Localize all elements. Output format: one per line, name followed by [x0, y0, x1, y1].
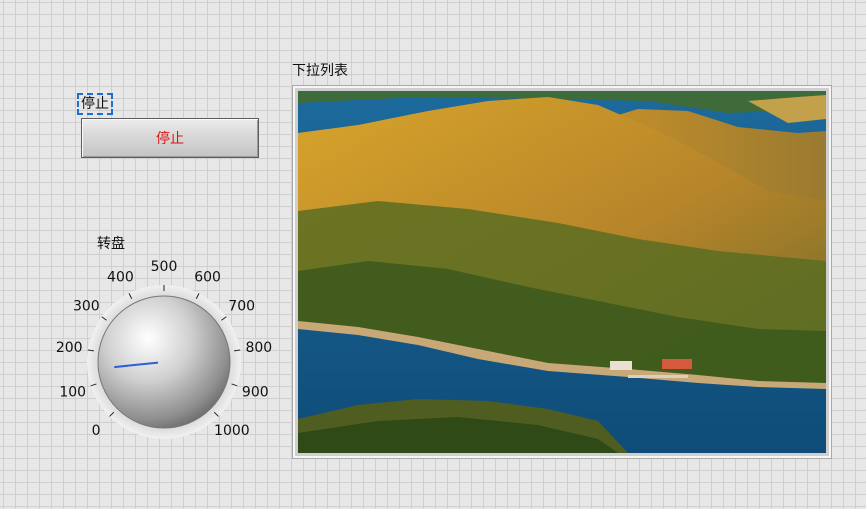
knob-scale-label: 800 — [245, 340, 272, 356]
knob-dial[interactable]: 0 100 200 300 400 500 600 700 800 900 1000 — [40, 250, 280, 460]
knob-scale-label: 200 — [56, 340, 83, 356]
stop-button-text: 停止 — [156, 131, 184, 147]
knob-scale-label: 400 — [107, 269, 134, 285]
knob-control[interactable]: 0 100 200 300 400 500 600 700 800 900 1000 — [40, 250, 280, 460]
knob-scale-label: 900 — [242, 385, 269, 401]
stop-button[interactable]: 停止 — [81, 118, 259, 158]
knob-scale-label: 500 — [151, 259, 178, 275]
knob-scale-label: 1000 — [214, 423, 250, 439]
knob-scale-label: 100 — [59, 385, 86, 401]
picture-frame — [292, 85, 832, 459]
knob-scale-label: 600 — [194, 269, 221, 285]
landscape-photo-icon — [298, 91, 826, 453]
knob-scale-label: 300 — [73, 299, 100, 315]
picture-label: 下拉列表 — [292, 63, 348, 79]
knob-face[interactable] — [97, 295, 231, 429]
knob-scale-label: 0 — [92, 423, 101, 439]
knob-scale-label: 700 — [228, 299, 255, 315]
stop-label[interactable]: 停止 — [77, 93, 113, 115]
